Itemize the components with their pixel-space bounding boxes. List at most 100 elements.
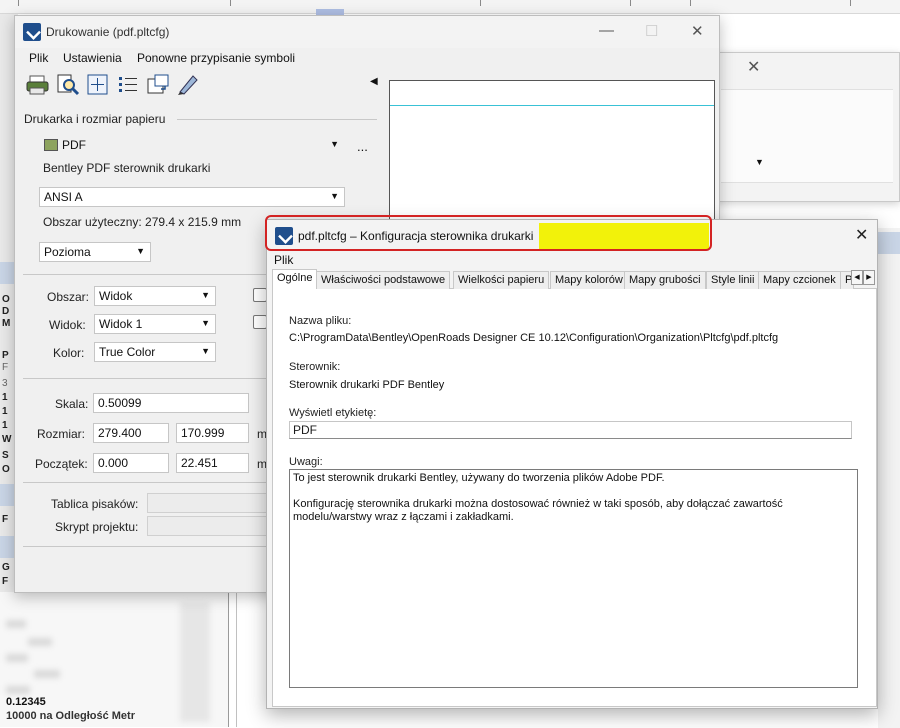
divider xyxy=(480,0,481,6)
tab-scroll-right-icon[interactable]: ▶ xyxy=(863,270,875,285)
tab-wlasciwosci-podstawowe[interactable]: Właściwości podstawowe xyxy=(316,271,451,289)
origin-label: Początek: xyxy=(35,457,88,471)
view-value: Widok 1 xyxy=(99,317,143,331)
print-dialog-title: Drukowanie (pdf.pltcfg) xyxy=(46,25,170,39)
printer-more-button[interactable]: ... xyxy=(357,139,368,154)
tab-wielkosci-papieru[interactable]: Wielkości papieru xyxy=(453,271,550,289)
menu-plik[interactable]: Plik xyxy=(29,51,48,65)
filename-value: C:\ProgramData\Bentley\OpenRoads Designe… xyxy=(289,332,779,344)
tab-style-linii[interactable]: Style linii xyxy=(706,271,760,289)
print-preview-icon[interactable] xyxy=(55,72,81,98)
view-checkbox[interactable] xyxy=(253,315,267,329)
menu-ponowne-przypisanie[interactable]: Ponowne przypisanie symboli xyxy=(137,51,295,65)
printer-value: PDF xyxy=(62,138,86,152)
area-value: Widok xyxy=(99,289,133,303)
notes-line: Konfigurację sterownika drukarki można d… xyxy=(293,498,783,523)
color-value: True Color xyxy=(99,345,156,359)
scale-label: Skala: xyxy=(55,397,89,411)
close-icon[interactable]: ✕ xyxy=(691,22,704,40)
dropdown-arrow-icon[interactable]: ▼ xyxy=(755,157,764,167)
divider xyxy=(236,592,237,727)
config-tabs: Ogólne Właściwości podstawowe Wielkości … xyxy=(272,269,877,290)
pen-settings-icon[interactable] xyxy=(175,72,201,98)
color-select[interactable]: True Color ▼ xyxy=(94,342,216,362)
dropdown-arrow-icon: ▼ xyxy=(201,318,210,328)
menu-plik[interactable]: Plik xyxy=(274,253,293,267)
printer-icon xyxy=(44,139,58,151)
close-icon[interactable]: ✕ xyxy=(855,225,868,245)
dropdown-arrow-icon: ▼ xyxy=(136,246,145,256)
blurred-column xyxy=(180,602,210,722)
project-script-label: Skrypt projektu: xyxy=(55,520,139,534)
divider xyxy=(228,592,229,727)
divider xyxy=(23,378,273,379)
driver-config-dialog: pdf.pltcfg – Konfiguracja sterownika dru… xyxy=(265,215,878,709)
driver-config-titlebar[interactable]: pdf.pltcfg – Konfiguracja sterownika dru… xyxy=(265,215,877,252)
area-label: Obszar: xyxy=(47,290,90,304)
close-icon[interactable]: ✕ xyxy=(747,57,760,77)
printer-section-label: Drukarka i rozmiar papieru xyxy=(24,112,166,126)
blurred-text xyxy=(6,654,28,662)
orientation-value: Pozioma xyxy=(44,245,91,259)
tab-ogolne[interactable]: Ogólne xyxy=(272,269,318,290)
driver-label: Sterownik: xyxy=(289,361,341,373)
printer-icon[interactable] xyxy=(25,72,51,98)
fit-view-icon[interactable] xyxy=(85,72,111,98)
minimize-icon[interactable]: — xyxy=(599,22,614,39)
blurred-text xyxy=(34,670,60,678)
tab-mapy-grubosci[interactable]: Mapy grubości xyxy=(624,271,706,289)
divider xyxy=(630,0,631,6)
rotate-page-icon[interactable] xyxy=(145,72,171,98)
divider xyxy=(18,0,19,6)
app-icon xyxy=(23,23,41,41)
divider xyxy=(850,0,851,6)
background-band xyxy=(878,232,900,254)
tab-mapy-czcionek[interactable]: Mapy czcionek xyxy=(758,271,841,289)
size-width-input[interactable]: 279.400 xyxy=(93,423,169,443)
size-height-input[interactable]: 170.999 xyxy=(176,423,249,443)
pen-table-input[interactable] xyxy=(147,493,273,513)
tab-mapy-kolorow[interactable]: Mapy kolorów xyxy=(550,271,628,289)
origin-x-input[interactable]: 0.000 xyxy=(93,453,169,473)
preview-boundary-line xyxy=(390,105,714,106)
display-label-input[interactable]: PDF xyxy=(289,421,852,439)
usable-area: Obszar użyteczny: 279.4 x 215.9 mm xyxy=(43,215,242,229)
color-label: Kolor: xyxy=(53,346,85,360)
filename-label: Nazwa pliku: xyxy=(289,315,352,327)
pen-table-label: Tablica pisaków: xyxy=(51,497,139,511)
bottom-value: 0.12345 xyxy=(6,696,46,708)
area-select[interactable]: Widok ▼ xyxy=(94,286,216,306)
dropdown-arrow-icon: ▼ xyxy=(330,191,339,201)
print-dialog-menubar: Plik Ustawienia Ponowne przypisanie symb… xyxy=(15,48,719,68)
list-icon[interactable] xyxy=(115,72,141,98)
driver-name: Bentley PDF sterownik drukarki xyxy=(43,161,211,175)
origin-y-input[interactable]: 22.451 xyxy=(176,453,249,473)
background-top-strip xyxy=(0,0,900,14)
menu-ustawienia[interactable]: Ustawienia xyxy=(63,51,122,65)
secondary-dialog: ✕ ▼ xyxy=(712,52,900,202)
dropdown-arrow-icon: ▼ xyxy=(330,139,339,149)
notes-textarea[interactable]: To jest sterownik drukarki Bentley, używ… xyxy=(289,469,858,688)
divider xyxy=(177,119,377,120)
blurred-text xyxy=(28,638,52,646)
blurred-text xyxy=(6,686,30,694)
view-label: Widok: xyxy=(49,318,86,332)
tab-panel-ogolne: Nazwa pliku: C:\ProgramData\Bentley\Open… xyxy=(272,289,877,707)
view-select[interactable]: Widok 1 ▼ xyxy=(94,314,216,334)
paper-size-value: ANSI A xyxy=(44,190,83,204)
tab-scroll-left-icon[interactable]: ◀ xyxy=(851,270,863,285)
print-dialog-titlebar[interactable]: Drukowanie (pdf.pltcfg) — ☐ ✕ xyxy=(15,16,719,48)
scale-input[interactable]: 0.50099 xyxy=(93,393,249,413)
bottom-caption: 10000 na Odległość Metr xyxy=(6,710,135,722)
area-checkbox[interactable] xyxy=(253,288,267,302)
collapse-preview-icon[interactable]: ◀ xyxy=(370,76,378,87)
divider xyxy=(23,274,273,275)
driver-value: Sterownik drukarki PDF Bentley xyxy=(289,379,445,391)
background-properties-panel: 0.12345 10000 na Odległość Metr xyxy=(0,592,228,727)
printer-select[interactable]: PDF ▼ xyxy=(39,135,345,155)
print-preview-area xyxy=(389,80,715,225)
paper-size-select[interactable]: ANSI A ▼ xyxy=(39,187,345,207)
background-right-strip xyxy=(878,228,900,728)
orientation-select[interactable]: Pozioma ▼ xyxy=(39,242,151,262)
project-script-input[interactable] xyxy=(147,516,273,536)
